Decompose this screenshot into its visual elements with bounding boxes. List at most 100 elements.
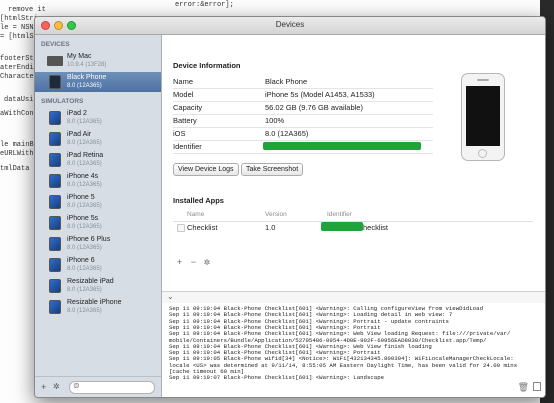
sidebar-item-black-phone[interactable]: Black Phone 8.0 (12A365) <box>35 72 161 92</box>
app-name: Checklist <box>187 223 218 232</box>
device-version: 8.0 (12A365) <box>67 83 102 89</box>
sidebar-item-my-mac[interactable]: My Mac 10.9.4 (13F28) <box>35 51 161 71</box>
split-view-icon[interactable] <box>533 382 541 391</box>
code-line: = [htmlSt <box>0 33 38 41</box>
column-identifier[interactable]: Identifier <box>327 211 352 218</box>
simulator-icon <box>49 258 61 272</box>
info-row-capacity: Capacity 56.02 GB (9.76 GB available) <box>173 101 433 115</box>
info-label: Model <box>173 90 194 99</box>
title-bar[interactable]: Devices <box>35 17 545 35</box>
code-line: le = NSN <box>0 24 34 32</box>
app-version: 1.0 <box>265 223 276 232</box>
sidebar-item-iphone-6[interactable]: iPhone 6 8.0 (12A365) <box>35 255 161 275</box>
info-label: Capacity <box>173 103 203 112</box>
console-line: Sep 11 09:19:07 Black-Phone Checklist[60… <box>169 374 385 382</box>
device-name: iPhone 6 Plus <box>67 236 111 243</box>
code-line: aterEndi <box>0 64 34 72</box>
simulator-icon <box>49 111 61 125</box>
column-name[interactable]: Name <box>187 211 204 218</box>
sidebar-item-iphone-6-plus[interactable]: iPhone 6 Plus 8.0 (12A365) <box>35 234 161 254</box>
info-label: iOS <box>173 129 186 138</box>
home-button-graphic <box>478 149 487 158</box>
sidebar-item-iphone-4s[interactable]: iPhone 4s 8.0 (12A365) <box>35 171 161 191</box>
code-line: [htmlStri <box>0 15 38 23</box>
trash-icon[interactable]: 🗑 <box>518 383 529 392</box>
simulator-icon <box>49 279 61 293</box>
simulator-icon <box>49 174 61 188</box>
sidebar-item-ipad-retina[interactable]: iPad Retina 8.0 (12A365) <box>35 150 161 170</box>
devices-window: Devices DEVICES My Mac 10.9.4 (13F28) Bl… <box>34 16 546 398</box>
device-name: iPhone 6 <box>67 257 95 264</box>
simulator-icon <box>49 216 61 230</box>
info-value: Black Phone <box>265 77 308 86</box>
sidebar-item-iphone-5[interactable]: iPhone 5 8.0 (12A365) <box>35 192 161 212</box>
info-row-battery: Battery 100% <box>173 114 433 128</box>
apps-toolbar: + − ✲ <box>177 257 210 267</box>
device-name: Black Phone <box>67 74 107 81</box>
simulator-icon <box>49 195 61 209</box>
code-line: le mainBu <box>0 141 38 149</box>
sidebar-item-resizable-ipad[interactable]: Resizable iPad 8.0 (12A365) <box>35 276 161 296</box>
sidebar-item-ipad-2[interactable]: iPad 2 8.0 (12A365) <box>35 108 161 128</box>
table-row[interactable]: Checklist 1.0 hecklist <box>173 221 533 233</box>
device-name: Resizable iPad <box>67 278 114 285</box>
device-name: iPad 2 <box>67 110 87 117</box>
installed-apps-heading: Installed Apps <box>173 196 224 205</box>
info-value: 56.02 GB (9.76 GB available) <box>265 103 363 112</box>
gear-icon[interactable]: ✲ <box>53 382 60 391</box>
simulator-icon <box>49 132 61 146</box>
info-row-identifier: Identifier <box>173 140 433 154</box>
chevron-down-icon[interactable]: ⌄ <box>167 292 174 301</box>
info-value: 8.0 (12A365) <box>265 129 309 138</box>
info-value: 100% <box>265 116 285 125</box>
code-line: tmlData M <box>0 165 38 173</box>
device-version: 8.0 (12A365) <box>67 308 102 314</box>
code-line: dataUsin <box>4 96 38 104</box>
sidebar-item-ipad-air[interactable]: iPad Air 8.0 (12A365) <box>35 129 161 149</box>
sidebar-item-iphone-5s[interactable]: iPhone 5s 8.0 (12A365) <box>35 213 161 233</box>
device-version: 10.9.4 (13F28) <box>67 62 107 68</box>
app-identifier: hecklist <box>363 223 389 232</box>
info-label: Name <box>173 77 194 86</box>
simulator-icon <box>49 153 61 167</box>
column-version[interactable]: Version <box>265 211 287 218</box>
take-screenshot-button[interactable]: Take Screenshot <box>241 163 304 176</box>
device-version: 8.0 (12A365) <box>67 203 102 209</box>
iphone-icon <box>49 75 61 89</box>
info-value: iPhone 5s (Model A1453, A1533) <box>265 90 375 99</box>
device-version: 8.0 (12A365) <box>67 224 102 230</box>
code-line: remove it <box>8 6 46 14</box>
sidebar-item-resizable-iphone[interactable]: Resizable iPhone 8.0 (12A365) <box>35 297 161 317</box>
simulator-icon <box>49 237 61 251</box>
device-filter-field[interactable]: ⊜ <box>69 381 155 394</box>
device-name: iPhone 5s <box>67 215 99 222</box>
info-row-model: Model iPhone 5s (Model A1453, A1533) <box>173 88 433 102</box>
device-name: My Mac <box>67 53 92 60</box>
filter-icon: ⊜ <box>73 381 80 390</box>
add-app-button[interactable]: + <box>177 257 182 267</box>
device-version: 8.0 (12A365) <box>67 119 102 125</box>
device-version: 8.0 (12A365) <box>67 161 102 167</box>
device-information-heading: Device Information <box>173 61 241 70</box>
code-line: error:&error]; <box>175 1 234 9</box>
devices-section-header: DEVICES <box>41 41 70 48</box>
window-title: Devices <box>275 20 305 29</box>
device-name: iPad Air <box>67 131 92 138</box>
app-checkbox[interactable] <box>177 224 185 232</box>
info-label: Battery <box>173 116 197 125</box>
device-console[interactable]: Sep 11 09:19:04 Black-Phone Checklist[60… <box>162 303 545 395</box>
add-device-button[interactable]: + <box>41 382 46 392</box>
device-name: iPhone 5 <box>67 194 95 201</box>
code-line: aWithCont <box>0 110 38 118</box>
redaction-mark <box>321 222 363 231</box>
gear-icon[interactable]: ✲ <box>204 258 211 267</box>
sidebar-footer: + ✲ ⊜ <box>35 376 161 397</box>
info-row-name: Name Black Phone <box>173 75 433 89</box>
remove-app-button[interactable]: − <box>191 257 196 267</box>
view-device-logs-button[interactable]: View Device Logs <box>173 163 239 176</box>
console-toggle-bar: ⌄ <box>162 291 545 303</box>
computer-icon <box>47 56 63 66</box>
device-name: iPad Retina <box>67 152 104 159</box>
simulators-section-header: SIMULATORS <box>41 98 84 105</box>
redaction-mark <box>263 142 421 150</box>
